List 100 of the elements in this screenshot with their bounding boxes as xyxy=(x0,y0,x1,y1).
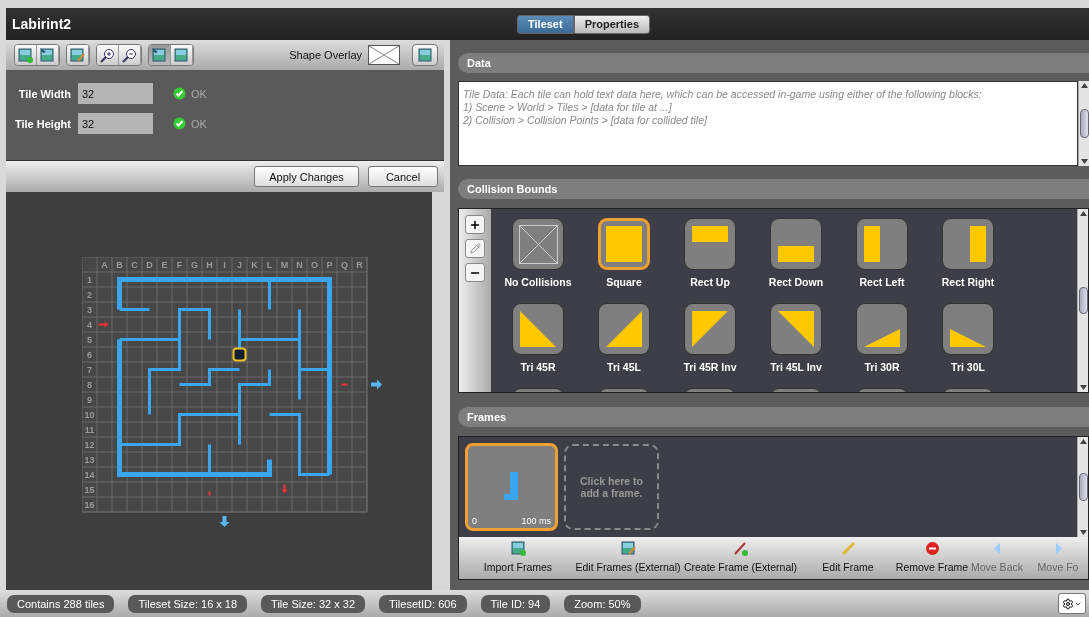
toolbar-button[interactable] xyxy=(37,45,59,65)
scroll-up-icon[interactable] xyxy=(1079,211,1087,216)
input-field[interactable]: 32 xyxy=(78,113,153,134)
brush-icon xyxy=(733,541,748,556)
column-label: N xyxy=(296,260,303,270)
scroll-up-icon[interactable] xyxy=(1079,439,1087,444)
toolbar-button[interactable] xyxy=(171,45,193,65)
column-label: H xyxy=(206,260,213,270)
plus-icon xyxy=(469,218,481,231)
tab[interactable]: Tileset xyxy=(517,14,574,34)
toolbar-button[interactable] xyxy=(97,45,119,65)
add-frame-button[interactable]: Click here to add a frame. xyxy=(564,444,659,530)
tile-data-field[interactable]: Tile Data: Each tile can hold text data here, which can be accessed in-game using either of the following blocks: 1) Scene > World > Tiles > [data for tile at ...] 2) Collision > Collision Points > [data for collided tile] xyxy=(458,81,1078,166)
shape-label: Tri 45L Inv xyxy=(770,361,822,373)
frame-thumbnail[interactable]: 0 100 ms xyxy=(465,443,558,531)
check-icon xyxy=(173,87,186,100)
shape-label: Tri 45L xyxy=(607,361,641,373)
scrollbar[interactable] xyxy=(1077,209,1088,392)
cancel-button[interactable]: Cancel xyxy=(368,166,438,187)
action-label: Edit Frame xyxy=(822,561,874,573)
toolbar-button[interactable] xyxy=(119,45,141,65)
fit-view-button[interactable] xyxy=(412,44,438,66)
collision-shape-tile[interactable] xyxy=(684,218,736,270)
shape-label: Rect Down xyxy=(768,276,824,288)
remove-button[interactable] xyxy=(465,263,485,282)
section-header: Data xyxy=(458,53,1089,73)
collision-shape-icon xyxy=(778,311,814,347)
collision-shape-icon xyxy=(950,329,986,347)
collision-shape-tile[interactable] xyxy=(770,218,822,270)
frame-action-button[interactable]: Edit Frames (External) xyxy=(573,537,683,579)
shape-label: Square xyxy=(606,276,642,288)
collision-shape-icon xyxy=(606,226,642,262)
shape-overlay-button[interactable] xyxy=(368,45,400,65)
column-label: Q xyxy=(341,260,348,270)
shape-label: No Collisions xyxy=(504,276,572,288)
scrollbar[interactable] xyxy=(1077,437,1088,537)
row-label: 1 xyxy=(87,275,92,285)
column-label: C xyxy=(131,260,138,270)
frame-index: 0 xyxy=(472,516,477,526)
column-label: O xyxy=(311,260,318,270)
status-text: OK xyxy=(191,117,207,130)
input-field[interactable]: 32 xyxy=(78,83,153,104)
window-title: Labirint2 xyxy=(12,16,73,32)
collision-shape-icon xyxy=(970,226,986,262)
frame-image-icon xyxy=(417,47,433,63)
scrollbar[interactable] xyxy=(1078,81,1089,166)
row-label: 2 xyxy=(87,290,92,300)
scroll-down-icon[interactable] xyxy=(1080,159,1088,164)
scroll-down-icon[interactable] xyxy=(1079,385,1087,390)
status-text: OK xyxy=(191,87,207,100)
column-label: R xyxy=(356,260,363,270)
shape-label: Rect Right xyxy=(941,276,995,288)
collision-shape-tile[interactable] xyxy=(942,303,994,355)
frame-action-button[interactable]: Remove Frame xyxy=(898,537,966,579)
settings-button[interactable] xyxy=(1058,593,1086,614)
collision-shape-tile[interactable] xyxy=(942,218,994,270)
selected-tile-marker xyxy=(232,347,247,362)
status-pill: Zoom: 50% xyxy=(564,594,641,613)
scroll-down-icon[interactable] xyxy=(1079,530,1087,535)
scrollbar-thumb[interactable] xyxy=(1079,108,1089,139)
layers-icon xyxy=(174,47,189,63)
shape-label: Tri 30L xyxy=(951,361,985,373)
row-label: 16 xyxy=(84,500,95,510)
apply-button[interactable]: Apply Changes xyxy=(254,166,359,187)
row-label: 4 xyxy=(87,320,92,330)
arrow-down-icon xyxy=(281,484,288,494)
shape-label: Rect Up xyxy=(690,276,730,288)
collision-shape-tile[interactable] xyxy=(512,218,564,270)
row-label: 3 xyxy=(87,305,92,315)
column-label: J xyxy=(237,260,242,270)
row-label: 8 xyxy=(87,380,92,390)
collision-shape-tile[interactable] xyxy=(598,303,650,355)
collision-shape-tile[interactable] xyxy=(512,303,564,355)
collision-shape-icon xyxy=(864,329,900,347)
column-label: B xyxy=(116,260,123,270)
row-label: 10 xyxy=(84,410,95,420)
field-label: Tile Width xyxy=(17,87,72,100)
collision-shape-tile[interactable] xyxy=(598,218,650,270)
column-label: M xyxy=(280,260,289,270)
add-button[interactable] xyxy=(465,215,485,234)
collision-shape-tile[interactable] xyxy=(684,303,736,355)
toolbar-button[interactable] xyxy=(15,45,37,65)
edit-button[interactable] xyxy=(465,239,485,258)
row-label: 14 xyxy=(84,470,95,480)
shape-label: Tri 30R xyxy=(864,361,900,373)
collision-shape-tile[interactable] xyxy=(856,303,908,355)
frame-action-button[interactable]: Create Frame (External) xyxy=(683,537,798,579)
action-label: Move Back xyxy=(971,561,1023,573)
shape-label: Tri 45R Inv xyxy=(683,361,737,373)
toolbar-button[interactable] xyxy=(67,45,89,65)
scroll-up-icon[interactable] xyxy=(1080,83,1088,88)
scrollbar[interactable] xyxy=(432,192,444,590)
status-pill: Contains 288 tiles xyxy=(7,594,115,613)
collision-shape-tile[interactable] xyxy=(856,218,908,270)
scrollbar-thumb[interactable] xyxy=(1078,287,1088,314)
collision-shape-tile[interactable] xyxy=(770,303,822,355)
row-label: 12 xyxy=(84,440,95,450)
frame-action-button[interactable]: Import Frames xyxy=(463,537,573,579)
tab[interactable]: Properties xyxy=(573,14,651,34)
scrollbar-thumb[interactable] xyxy=(1078,472,1088,502)
